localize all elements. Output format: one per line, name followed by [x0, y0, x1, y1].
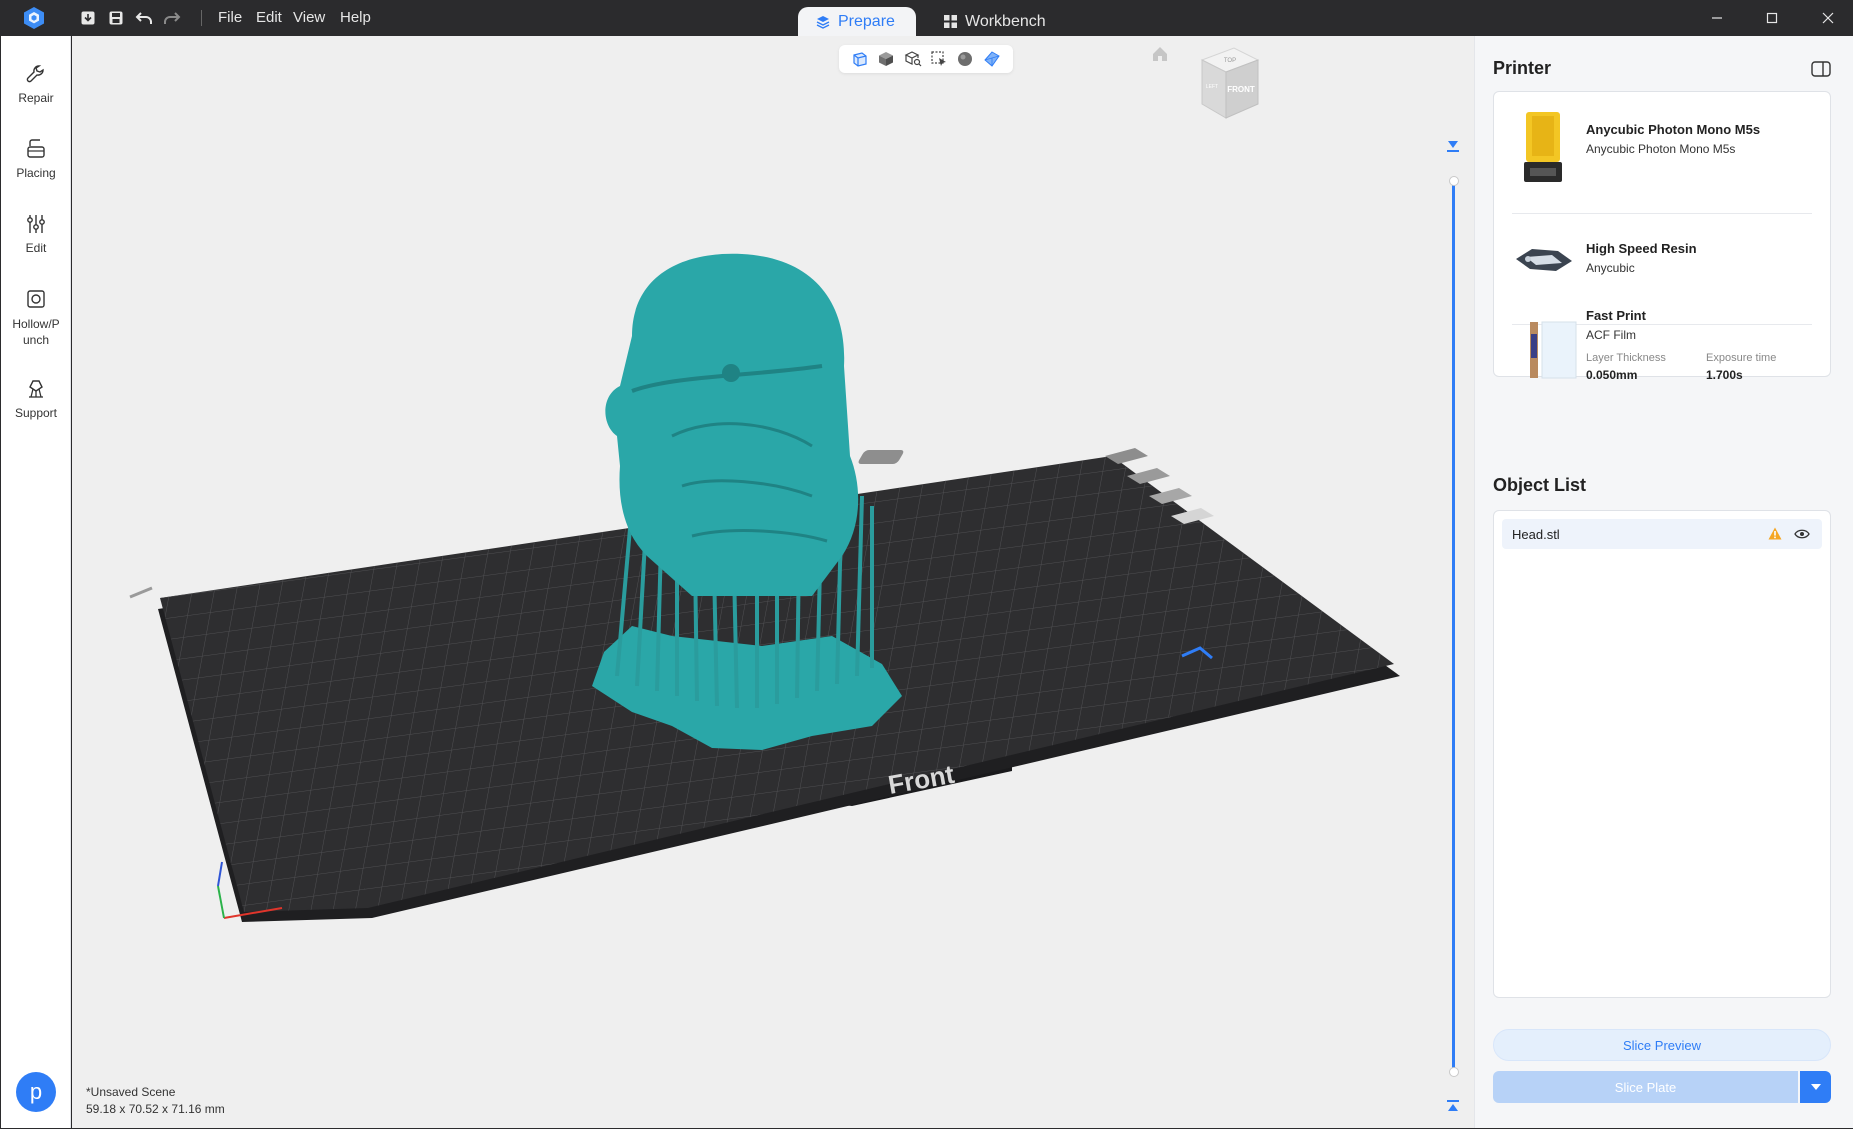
- resin-name: High Speed Resin: [1586, 241, 1697, 256]
- card-divider: [1512, 213, 1812, 214]
- tool-edit[interactable]: Edit: [1, 213, 71, 255]
- resin-icon: [1516, 249, 1572, 271]
- slice-options-button[interactable]: [1800, 1071, 1831, 1103]
- tool-support-label: Support: [14, 406, 58, 420]
- menu-file[interactable]: File: [218, 9, 242, 26]
- printer-machine-sub: Anycubic Photon Mono M5s: [1586, 142, 1736, 156]
- layer-thickness: Layer Thickness 0.050mm: [1586, 352, 1666, 382]
- object-list-item[interactable]: Head.stl: [1502, 519, 1822, 549]
- layers-icon: [816, 15, 830, 29]
- wrench-icon: [26, 65, 44, 83]
- plate-edge-mark: [129, 586, 153, 599]
- layer-top-icon[interactable]: [1446, 140, 1460, 152]
- z-axis: [217, 861, 223, 887]
- printer-profile-row[interactable]: Fast Print ACF Film Layer Thickness 0.05…: [1512, 308, 1812, 382]
- sliders-icon: [27, 215, 45, 233]
- layer-bottom-icon[interactable]: [1446, 1100, 1460, 1112]
- printer-machine-row[interactable]: Anycubic Photon Mono M5s Anycubic Photon…: [1512, 110, 1812, 190]
- undo-icon[interactable]: [133, 7, 155, 29]
- printer-machine-name: Anycubic Photon Mono M5s: [1586, 122, 1761, 137]
- maximize-icon[interactable]: [1762, 8, 1782, 28]
- object-name: Head.stl: [1512, 526, 1560, 542]
- resin-sub: Anycubic: [1586, 261, 1635, 275]
- printer-card: Anycubic Photon Mono M5s Anycubic Photon…: [1493, 91, 1831, 382]
- tab-prepare-label: Prepare: [838, 12, 895, 30]
- redo-icon[interactable]: [161, 7, 183, 29]
- warning-icon[interactable]: [1768, 527, 1782, 540]
- right-panel: Printer Anycubic Photon Mono M5s Anycubi…: [1474, 36, 1853, 1128]
- tool-repair-label: Repair: [18, 91, 54, 105]
- scene-name: *Unsaved Scene: [86, 1085, 176, 1099]
- panel-toggle-icon[interactable]: [1811, 61, 1831, 77]
- printer-resin-row[interactable]: High Speed Resin Anycubic: [1512, 227, 1812, 287]
- plate-side-buttons[interactable]: [857, 450, 905, 464]
- tool-support[interactable]: Support: [1, 378, 71, 420]
- title-bar: File Edit View Help Prepare Workbench: [0, 0, 1853, 36]
- slice-preview-button[interactable]: Slice Preview: [1493, 1029, 1831, 1061]
- save-icon[interactable]: [105, 7, 127, 29]
- tab-workbench[interactable]: Workbench: [926, 7, 1064, 36]
- tool-edit-label: Edit: [25, 241, 47, 255]
- film-icon: [1530, 321, 1577, 379]
- left-toolbar: Repair Placing Edit Hollow/Punch Support…: [1, 36, 71, 1128]
- menu-view[interactable]: View: [293, 9, 325, 26]
- support-icon: [29, 380, 43, 398]
- menu-help[interactable]: Help: [340, 9, 371, 26]
- y-axis: [217, 885, 225, 919]
- object-list-title: Object List: [1493, 475, 1587, 495]
- tab-prepare[interactable]: Prepare: [798, 7, 916, 36]
- profile-sub: ACF Film: [1586, 328, 1636, 342]
- printer-machine-icon: [1524, 112, 1562, 182]
- hollow-icon: [27, 290, 45, 308]
- eye-icon[interactable]: [1794, 528, 1810, 540]
- app-logo-icon: [22, 6, 46, 30]
- exposure-time: Exposure time 1.700s: [1706, 352, 1776, 382]
- tool-repair[interactable]: Repair: [1, 63, 71, 105]
- grid-icon: [944, 15, 957, 28]
- tool-placing-label: Placing: [16, 166, 56, 180]
- layer-slider-top-knob[interactable]: [1449, 176, 1459, 186]
- user-avatar[interactable]: p: [16, 1072, 56, 1112]
- tool-hollow-label: Hollow/Punch: [12, 317, 60, 347]
- layer-thickness-value: 0.050mm: [1586, 368, 1638, 382]
- chevron-down-icon: [1810, 1084, 1821, 1090]
- tab-workbench-label: Workbench: [965, 12, 1046, 30]
- layer-slider-track[interactable]: [1452, 181, 1455, 1071]
- head-emblem: [722, 364, 740, 382]
- layer-thickness-label: Layer Thickness: [1586, 352, 1666, 364]
- exposure-time-label: Exposure time: [1706, 352, 1777, 364]
- layer-slider-bottom-knob[interactable]: [1449, 1067, 1459, 1077]
- tool-hollow-punch[interactable]: Hollow/Punch: [1, 288, 71, 348]
- tool-placing[interactable]: Placing: [1, 138, 71, 180]
- 3d-viewport[interactable]: TOP FRONT LEFT Front *Unsaved Scene 59.1…: [72, 36, 1474, 1128]
- import-icon[interactable]: [77, 7, 99, 29]
- placing-icon: [27, 139, 45, 158]
- exposure-time-value: 1.700s: [1706, 368, 1743, 382]
- scene-dimensions: 59.18 x 70.52 x 71.16 mm: [86, 1102, 225, 1116]
- toolbar-separator: [201, 10, 202, 26]
- menu-edit[interactable]: Edit: [256, 9, 282, 26]
- printer-title: Printer: [1493, 58, 1552, 78]
- scene-info: *Unsaved Scene 59.18 x 70.52 x 71.16 mm: [86, 1084, 225, 1118]
- profile-name: Fast Print: [1586, 308, 1646, 323]
- minimize-icon[interactable]: [1707, 8, 1727, 28]
- close-icon[interactable]: [1818, 8, 1838, 28]
- slice-plate-button[interactable]: Slice Plate: [1493, 1071, 1798, 1103]
- object-list: Head.stl: [1493, 510, 1831, 998]
- scene-canvas: Front: [129, 253, 1400, 922]
